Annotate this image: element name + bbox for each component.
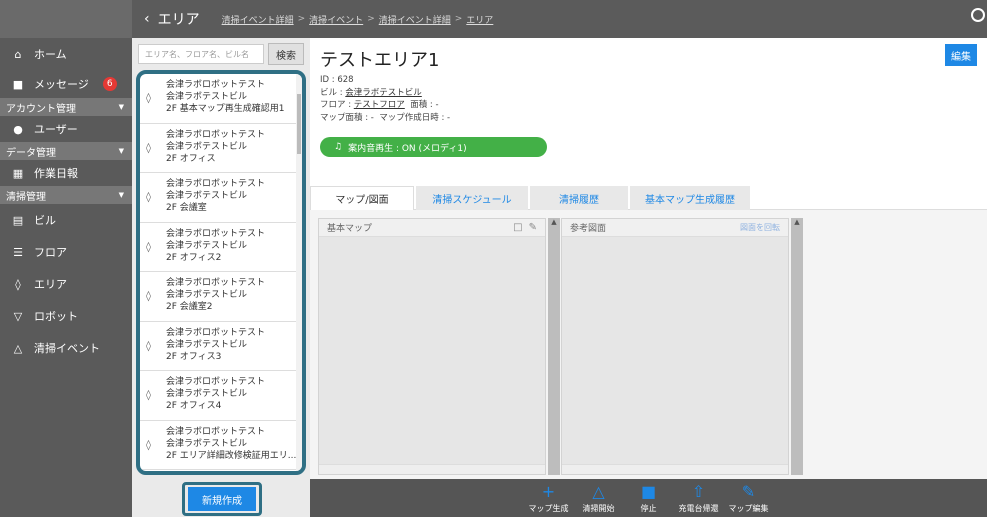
top-bar-logo-area bbox=[0, 0, 132, 38]
vertical-scrollbar[interactable]: ▲ bbox=[548, 218, 560, 475]
caret-down-icon: ▼ bbox=[118, 103, 124, 111]
edit-icon[interactable]: ✎ bbox=[529, 222, 537, 233]
guidance-sound-status: ♫ 案内音再生 : ON (メロディ1) bbox=[320, 137, 547, 157]
report-icon: ▦ bbox=[12, 166, 24, 180]
user-account-icon[interactable] bbox=[971, 8, 985, 22]
sidebar-item-messages[interactable]: ■ メッセージ 6 bbox=[0, 70, 132, 98]
list-item[interactable]: ◊ 会津ラボロボットテスト 会津ラボテストビル 2F オフィス2 bbox=[140, 223, 302, 272]
robot-toolbar: + マップ生成 △ 清掃開始 ■ 停止 ⇧ 充電台帰還 ✎ マップ編集 bbox=[310, 479, 987, 517]
area-icon: ◊ bbox=[146, 192, 151, 203]
basic-map-label: 基本マップ bbox=[327, 224, 373, 234]
cleaning-icon: △ bbox=[13, 341, 23, 355]
sidebar-item-daily-report[interactable]: ▦ 作業日報 bbox=[0, 160, 132, 186]
list-item[interactable]: ◊ 会津ラボロボットテスト 会津ラボテストビル 2F オフィス bbox=[140, 124, 302, 173]
search-button[interactable]: 検索 bbox=[268, 43, 304, 65]
sidebar-item-floor[interactable]: ☰ フロア bbox=[0, 236, 132, 268]
sidebar-item-building[interactable]: ▤ ビル bbox=[0, 204, 132, 236]
message-count-badge: 6 bbox=[102, 77, 117, 91]
broom-icon: △ bbox=[592, 481, 605, 501]
breadcrumb: 清掃イベント詳細 > 清掃イベント > 清掃イベント詳細 > エリア bbox=[221, 13, 494, 26]
page-title: テストエリア1 bbox=[320, 50, 440, 71]
area-icon: ◊ bbox=[146, 439, 151, 451]
list-item[interactable]: ◊ 会津ラボロボットテスト 会津ラボテストビル 2F エリア詳細改修検証用エリ.… bbox=[140, 421, 302, 470]
caret-down-icon: ▼ bbox=[118, 191, 124, 199]
horizontal-scrollbar[interactable] bbox=[562, 464, 788, 474]
stop-icon: ■ bbox=[640, 481, 657, 501]
list-item[interactable]: ◊ 会津ラボロボットテスト 会津ラボテストビル 2F 会議室2 bbox=[140, 272, 302, 322]
list-scrollbar[interactable] bbox=[296, 74, 302, 471]
area-icon: ◊ bbox=[146, 291, 151, 302]
sidebar-item-users[interactable]: ● ユーザー bbox=[0, 116, 132, 142]
search-input[interactable]: エリア名、フロア名、ビル名 bbox=[138, 44, 264, 64]
stop-button[interactable]: ■ 停止 bbox=[624, 479, 674, 517]
user-icon: ● bbox=[13, 122, 23, 136]
reference-label: 参考図面 bbox=[570, 224, 607, 234]
tab-schedule[interactable]: 清掃スケジュール bbox=[416, 186, 528, 210]
floor-icon: ☰ bbox=[13, 245, 23, 259]
area-icon: ◊ bbox=[15, 277, 21, 291]
area-icon: ◊ bbox=[146, 241, 151, 253]
area-icon: ◊ bbox=[146, 390, 151, 401]
new-button-highlight: 新規作成 bbox=[182, 482, 262, 516]
breadcrumb-item[interactable]: 清掃イベント bbox=[309, 13, 363, 26]
home-icon: ⌂ bbox=[14, 47, 22, 61]
sidebar-item-area[interactable]: ◊ エリア bbox=[0, 268, 132, 300]
horizontal-scrollbar[interactable] bbox=[319, 464, 545, 474]
scrollbar-thumb[interactable] bbox=[297, 94, 301, 154]
area-icon: ◊ bbox=[146, 93, 151, 104]
area-list-panel: エリア名、フロア名、ビル名 検索 ◊ 会津ラボロボットテスト 会津ラボテストビル… bbox=[132, 38, 310, 517]
area-list: ◊ 会津ラボロボットテスト 会津ラボテストビル 2F 基本マップ再生成確認用1 … bbox=[136, 70, 306, 475]
chevron-left-icon: ‹ bbox=[144, 11, 150, 27]
sidebar-item-home[interactable]: ⌂ ホーム bbox=[0, 38, 132, 70]
tab-map[interactable]: マップ/図面 bbox=[310, 186, 414, 210]
detail-tabs: マップ/図面 清掃スケジュール 清掃履歴 基本マップ生成履歴 bbox=[310, 186, 987, 210]
vertical-scrollbar[interactable]: ▲ bbox=[791, 218, 803, 475]
area-icon: ◊ bbox=[146, 340, 151, 352]
rotate-drawing-link[interactable]: 図面を回転 bbox=[740, 222, 780, 233]
message-icon: ■ bbox=[12, 77, 24, 91]
building-icon: ▤ bbox=[12, 213, 24, 227]
map-area: 基本マップ □ ✎ ▲ 参考図面 図面を回転 ▲ bbox=[310, 210, 987, 479]
list-item[interactable]: ◊ 会津ラボロボットテスト 会津ラボテストビル 2F 会議室 bbox=[140, 173, 302, 223]
floor-link[interactable]: テストフロア bbox=[354, 100, 405, 110]
sidebar: ⌂ ホーム ■ メッセージ 6 アカウント管理 ▼ ● ユーザー データ管理 ▼… bbox=[0, 38, 132, 517]
breadcrumb-item[interactable]: 清掃イベント詳細 bbox=[222, 13, 294, 26]
area-detail: テストエリア1 編集 ID : 628 ビル : 会津ラボテストビル フロア :… bbox=[310, 38, 987, 517]
building-link[interactable]: 会津ラボテストビル bbox=[345, 88, 422, 98]
edit-map-button[interactable]: ✎ マップ編集 bbox=[724, 479, 774, 517]
copy-icon[interactable]: □ bbox=[513, 222, 522, 233]
area-meta: ID : 628 ビル : 会津ラボテストビル フロア : テストフロア 面積 … bbox=[320, 75, 451, 123]
sidebar-section-cleaning[interactable]: 清掃管理 ▼ bbox=[0, 186, 132, 204]
plus-icon: + bbox=[541, 481, 556, 501]
new-area-button[interactable]: 新規作成 bbox=[188, 487, 256, 511]
tab-history[interactable]: 清掃履歴 bbox=[530, 186, 628, 210]
basic-map-panel: 基本マップ □ ✎ bbox=[318, 218, 546, 475]
start-cleaning-button[interactable]: △ 清掃開始 bbox=[574, 479, 624, 517]
music-note-icon: ♫ bbox=[334, 142, 343, 152]
edit-button[interactable]: 編集 bbox=[945, 44, 977, 66]
sidebar-section-data[interactable]: データ管理 ▼ bbox=[0, 142, 132, 160]
back-button[interactable]: ‹ エリア bbox=[144, 9, 200, 29]
reference-drawing-panel: 参考図面 図面を回転 bbox=[561, 218, 789, 475]
top-bar: ‹ エリア 清掃イベント詳細 > 清掃イベント > 清掃イベント詳細 > エリア bbox=[0, 0, 987, 38]
back-label: エリア bbox=[157, 12, 200, 28]
list-item[interactable]: ◊ 会津ラボロボットテスト 会津ラボテストビル 2F 基本マップ再生成確認用1 bbox=[140, 74, 302, 124]
sidebar-item-robot[interactable]: ▽ ロボット bbox=[0, 300, 132, 332]
breadcrumb-item[interactable]: 清掃イベント詳細 bbox=[379, 13, 451, 26]
robot-icon: ▽ bbox=[13, 309, 23, 323]
list-item[interactable]: ◊ 会津ラボロボットテスト 会津ラボテストビル 2F オフィス3 bbox=[140, 322, 302, 371]
tab-map-history[interactable]: 基本マップ生成履歴 bbox=[630, 186, 750, 210]
create-map-button[interactable]: + マップ生成 bbox=[524, 479, 574, 517]
breadcrumb-item[interactable]: エリア bbox=[466, 13, 493, 26]
sidebar-item-cleaning-event[interactable]: △ 清掃イベント bbox=[0, 332, 132, 364]
caret-down-icon: ▼ bbox=[118, 147, 124, 155]
area-icon: ◊ bbox=[146, 142, 151, 154]
edit-icon: ✎ bbox=[741, 481, 756, 501]
sidebar-section-account[interactable]: アカウント管理 ▼ bbox=[0, 98, 132, 116]
dock-return-icon: ⇧ bbox=[691, 481, 706, 501]
list-item[interactable]: ◊ 会津ラボロボットテスト 会津ラボテストビル 2F オフィス4 bbox=[140, 371, 302, 421]
return-to-dock-button[interactable]: ⇧ 充電台帰還 bbox=[674, 479, 724, 517]
